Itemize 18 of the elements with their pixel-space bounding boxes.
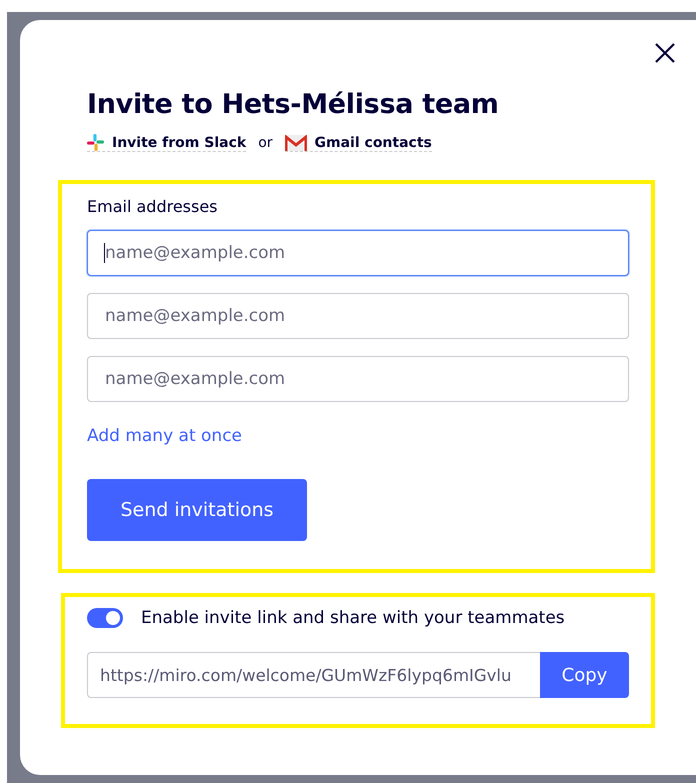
email-input[interactable]: name@example.com	[87, 293, 629, 339]
slack-logo-icon	[87, 134, 104, 151]
separator-text: or	[258, 135, 273, 151]
import-link[interactable]: Invite from Slack	[87, 134, 246, 152]
copy-button[interactable]: Copy	[540, 652, 629, 698]
gmail-logo-icon	[284, 134, 307, 150]
invite-url-field[interactable]: https://miro.com/welcome/GUmWzF6lypq6mIGvlu	[87, 652, 540, 698]
add-many-link[interactable]: Add many at once	[87, 426, 242, 446]
invite-link-toggle[interactable]	[87, 608, 123, 628]
email-input[interactable]: name@example.com	[87, 356, 629, 402]
text-cursor	[104, 243, 105, 263]
field-label: Email addresses	[87, 196, 219, 218]
close-icon[interactable]	[654, 42, 676, 64]
email-input[interactable]: name@example.com	[87, 230, 629, 276]
import-link[interactable]: Gmail contacts	[284, 134, 432, 152]
toggle-label: Enable invite link and share with your teammates	[141, 608, 565, 628]
dialog-title: Invite to Hets-Mélissa team	[87, 88, 499, 122]
send-invitations-button[interactable]: Send invitations	[87, 479, 307, 541]
